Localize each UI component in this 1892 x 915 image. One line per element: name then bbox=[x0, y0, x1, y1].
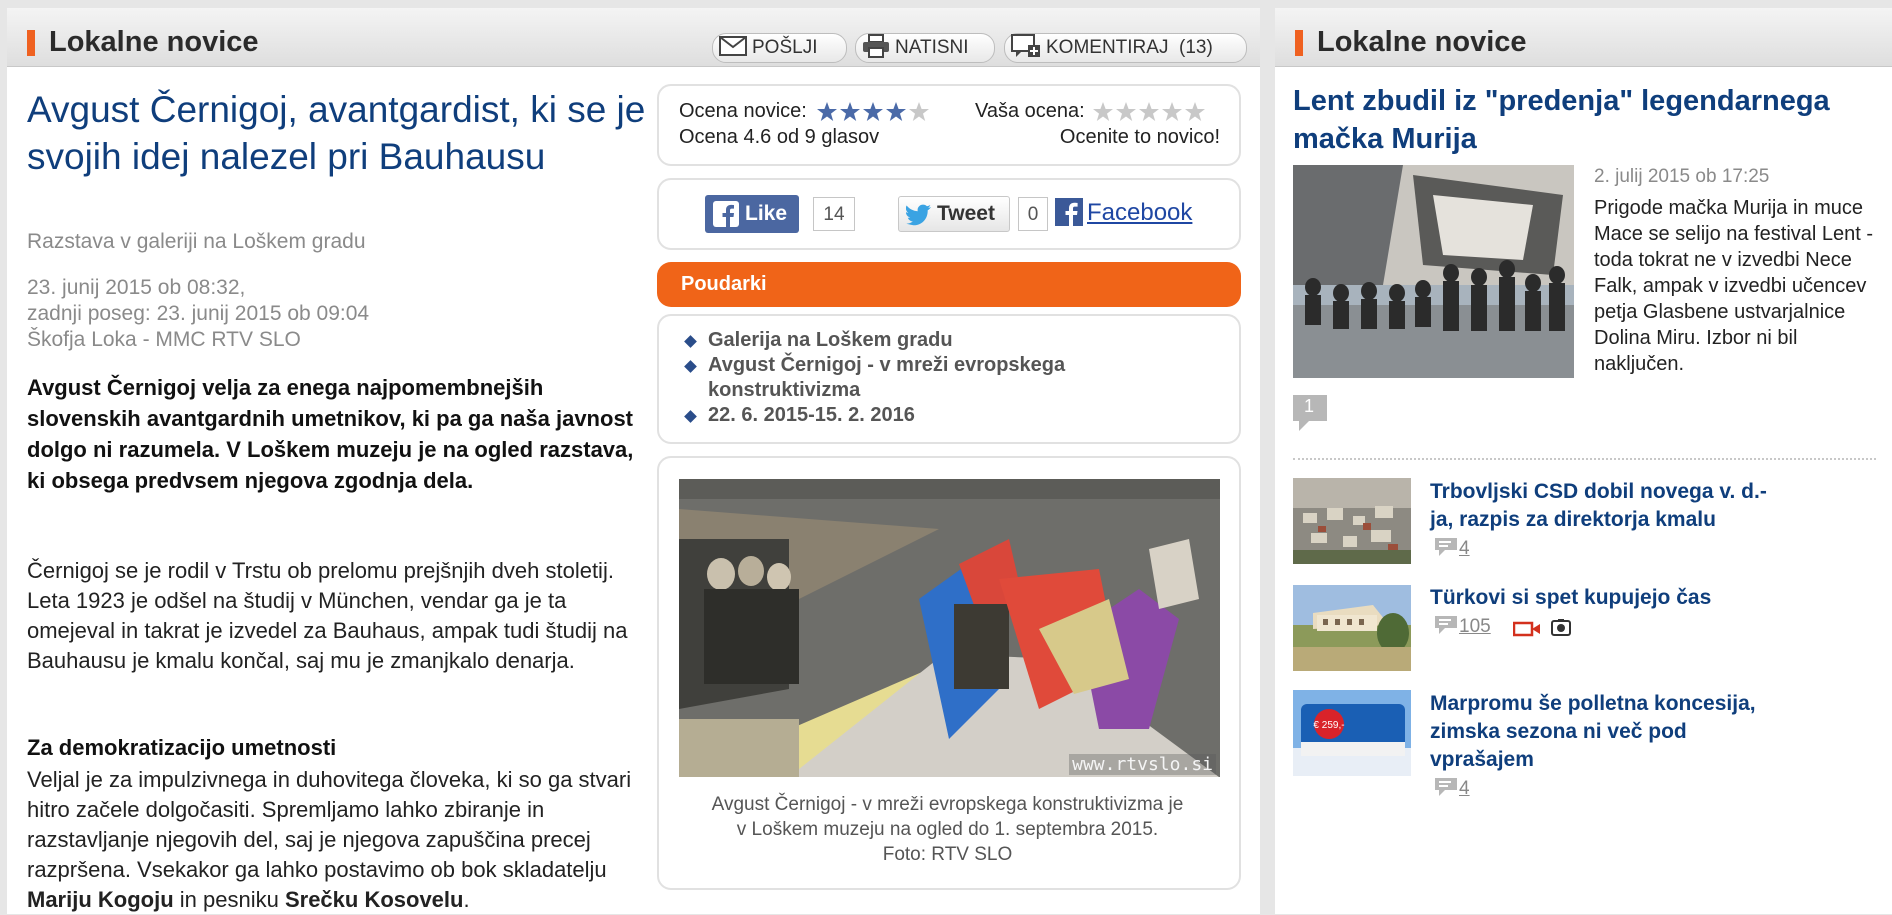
highlight-item-3: 22. 6. 2015-15. 2. 2016 bbox=[708, 404, 915, 426]
news-thumbnail-2[interactable] bbox=[1293, 585, 1411, 671]
comment-icon bbox=[1435, 777, 1457, 796]
caption-line-1: Avgust Černigoj - v mreži evropskega kon… bbox=[711, 794, 1184, 815]
article-title: Avgust Černigoj, avantgardist, ki se je … bbox=[27, 89, 646, 177]
news-thumbnail-3[interactable]: € 259,- bbox=[1293, 690, 1411, 776]
video-icon[interactable] bbox=[1512, 621, 1541, 642]
facebook-like-button[interactable]: Like bbox=[705, 195, 799, 233]
news-comments-2[interactable]: 105 bbox=[1435, 615, 1491, 638]
thumb-price: € 259,- bbox=[1313, 720, 1344, 731]
tweet-button[interactable]: Tweet bbox=[898, 196, 1010, 232]
divider bbox=[1293, 458, 1876, 460]
article-subheading: Za demokratizacijo umetnosti bbox=[27, 735, 337, 760]
article-paragraph-2: Veljal je za impulzivnega in duhovitega … bbox=[27, 765, 652, 915]
like-label: Like bbox=[745, 202, 788, 225]
rating-label: Ocena novice: bbox=[679, 100, 807, 122]
audio-icon[interactable] bbox=[1551, 619, 1571, 642]
facebook-share-link[interactable]: Facebook bbox=[1087, 199, 1192, 227]
photo-caption: Avgust Černigoj - v mreži evropskega kon… bbox=[670, 792, 1225, 867]
comment-icon bbox=[1435, 537, 1457, 556]
highlights-header: Poudarki bbox=[657, 262, 1241, 307]
rating-label-row: Ocena novice: bbox=[679, 100, 932, 123]
print-button[interactable]: NATISNI bbox=[855, 33, 995, 63]
rating-box bbox=[657, 84, 1241, 166]
news-title-1-line-1: Trbovljski CSD dobil novega v. d.- bbox=[1430, 480, 1767, 503]
facebook-share-icon[interactable] bbox=[1055, 198, 1083, 226]
featured-news-summary: Prigode mačka Murija in muce Mace se sel… bbox=[1594, 197, 1874, 375]
paragraph-2-text: Veljal je za impulzivnega in duhovitega … bbox=[27, 767, 632, 882]
comment-icon bbox=[1435, 615, 1457, 634]
envelope-icon bbox=[719, 35, 747, 56]
sidebar-section-title: Lokalne novice bbox=[1317, 26, 1527, 58]
news-title-1[interactable]: Trbovljski CSD dobil novega v. d.- ja, r… bbox=[1430, 478, 1830, 534]
article-paragraph-1: Černigoj se je rodil v Trstu ob prelomu … bbox=[27, 558, 628, 673]
printer-icon bbox=[863, 33, 889, 58]
rate-prompt[interactable]: Ocenite to novico! bbox=[1040, 126, 1220, 149]
facebook-icon bbox=[713, 201, 739, 227]
photo-credit: Foto: RTV SLO bbox=[882, 844, 1013, 865]
your-rating-row[interactable]: Vaša ocena: bbox=[975, 100, 1208, 123]
article-photo[interactable]: www.rtvslo.si bbox=[679, 479, 1220, 777]
sidebar-header: Lokalne novice bbox=[1275, 8, 1892, 67]
featured-comment-count: 1 bbox=[1304, 396, 1315, 416]
news-comment-count-3: 4 bbox=[1459, 778, 1470, 799]
news-comment-count-2: 105 bbox=[1459, 616, 1491, 637]
panel-header: Lokalne novice POŠLJI NATISNI KOMENTIRAJ… bbox=[7, 8, 1260, 67]
news-title-3-line-2: zimska sezona ni več pod bbox=[1430, 720, 1687, 743]
featured-news-title[interactable]: Lent zbudil iz "predenja" legendarnega m… bbox=[1293, 82, 1873, 158]
section-marker bbox=[27, 30, 35, 56]
article-meta: 23. junij 2015 ob 08:32, zadnji poseg: 2… bbox=[27, 275, 369, 353]
paragraph-2-end: . bbox=[463, 887, 470, 912]
highlight-item-2-cont: konstruktivizma bbox=[708, 379, 861, 401]
like-count: 14 bbox=[813, 197, 855, 231]
twitter-bird-icon bbox=[906, 204, 931, 226]
article-edit-date: zadnji poseg: 23. junij 2015 ob 09:04 bbox=[27, 302, 370, 325]
paragraph-2-mid: in pesniku bbox=[173, 887, 285, 912]
rating-summary: Ocena 4.6 od 9 glasov bbox=[679, 126, 880, 148]
news-title-3-line-3: vprašajem bbox=[1430, 748, 1534, 771]
your-rating-label: Vaša ocena: bbox=[975, 100, 1085, 122]
article-source: Škofja Loka - MMC RTV SLO bbox=[27, 328, 301, 351]
comment-count: (13) bbox=[1179, 37, 1213, 58]
featured-comments[interactable]: 1 bbox=[1293, 395, 1327, 431]
your-rating-stars[interactable] bbox=[1092, 101, 1208, 123]
news-title-3-line-1: Marpromu še polletna koncesija, bbox=[1430, 692, 1756, 715]
name-kosovel: Srečku Kosovelu bbox=[284, 887, 464, 912]
tweet-count: 0 bbox=[1018, 197, 1048, 231]
news-comments-3[interactable]: 4 bbox=[1435, 777, 1470, 800]
send-button[interactable]: POŠLJI bbox=[712, 33, 847, 63]
featured-news-date: 2. julij 2015 ob 17:25 bbox=[1594, 166, 1770, 187]
news-title-3[interactable]: Marpromu še polletna koncesija, zimska s… bbox=[1430, 690, 1830, 774]
tweet-label: Tweet bbox=[937, 202, 995, 225]
article-lead: Avgust Černigoj velja za enega najpomemb… bbox=[27, 375, 634, 493]
caption-line-2: v Loškem muzeju na ogled do 1. septembra… bbox=[736, 819, 1159, 840]
news-comments-1[interactable]: 4 bbox=[1435, 537, 1470, 560]
news-comment-count-1: 4 bbox=[1459, 538, 1470, 559]
highlight-item-1: Galerija na Loškem gradu bbox=[708, 329, 953, 351]
news-title-2[interactable]: Türkovi si spet kupujejo čas bbox=[1430, 584, 1830, 612]
article-subtitle: Razstava v galeriji na Loškem gradu bbox=[27, 230, 366, 253]
rating-stars bbox=[817, 101, 930, 121]
section-title: Lokalne novice bbox=[49, 26, 259, 58]
send-label: POŠLJI bbox=[752, 37, 818, 58]
news-title-1-line-2: ja, razpis za direktorja kmalu bbox=[1430, 508, 1716, 531]
news-thumbnail-1[interactable] bbox=[1293, 478, 1411, 564]
name-kogoj: Mariju Kogoju bbox=[27, 887, 174, 912]
comment-button[interactable]: KOMENTIRAJ (13) bbox=[1004, 33, 1247, 63]
comment-plus-icon bbox=[1011, 33, 1040, 57]
comment-label: KOMENTIRAJ bbox=[1046, 37, 1169, 58]
photo-watermark: www.rtvslo.si bbox=[1069, 754, 1216, 775]
highlight-item-2: Avgust Černigoj - v mreži evropskega bbox=[708, 354, 1066, 376]
print-label: NATISNI bbox=[895, 37, 969, 58]
section-marker bbox=[1295, 30, 1303, 56]
featured-news-image[interactable] bbox=[1293, 165, 1574, 378]
article-date: 23. junij 2015 ob 08:32, bbox=[27, 276, 246, 299]
